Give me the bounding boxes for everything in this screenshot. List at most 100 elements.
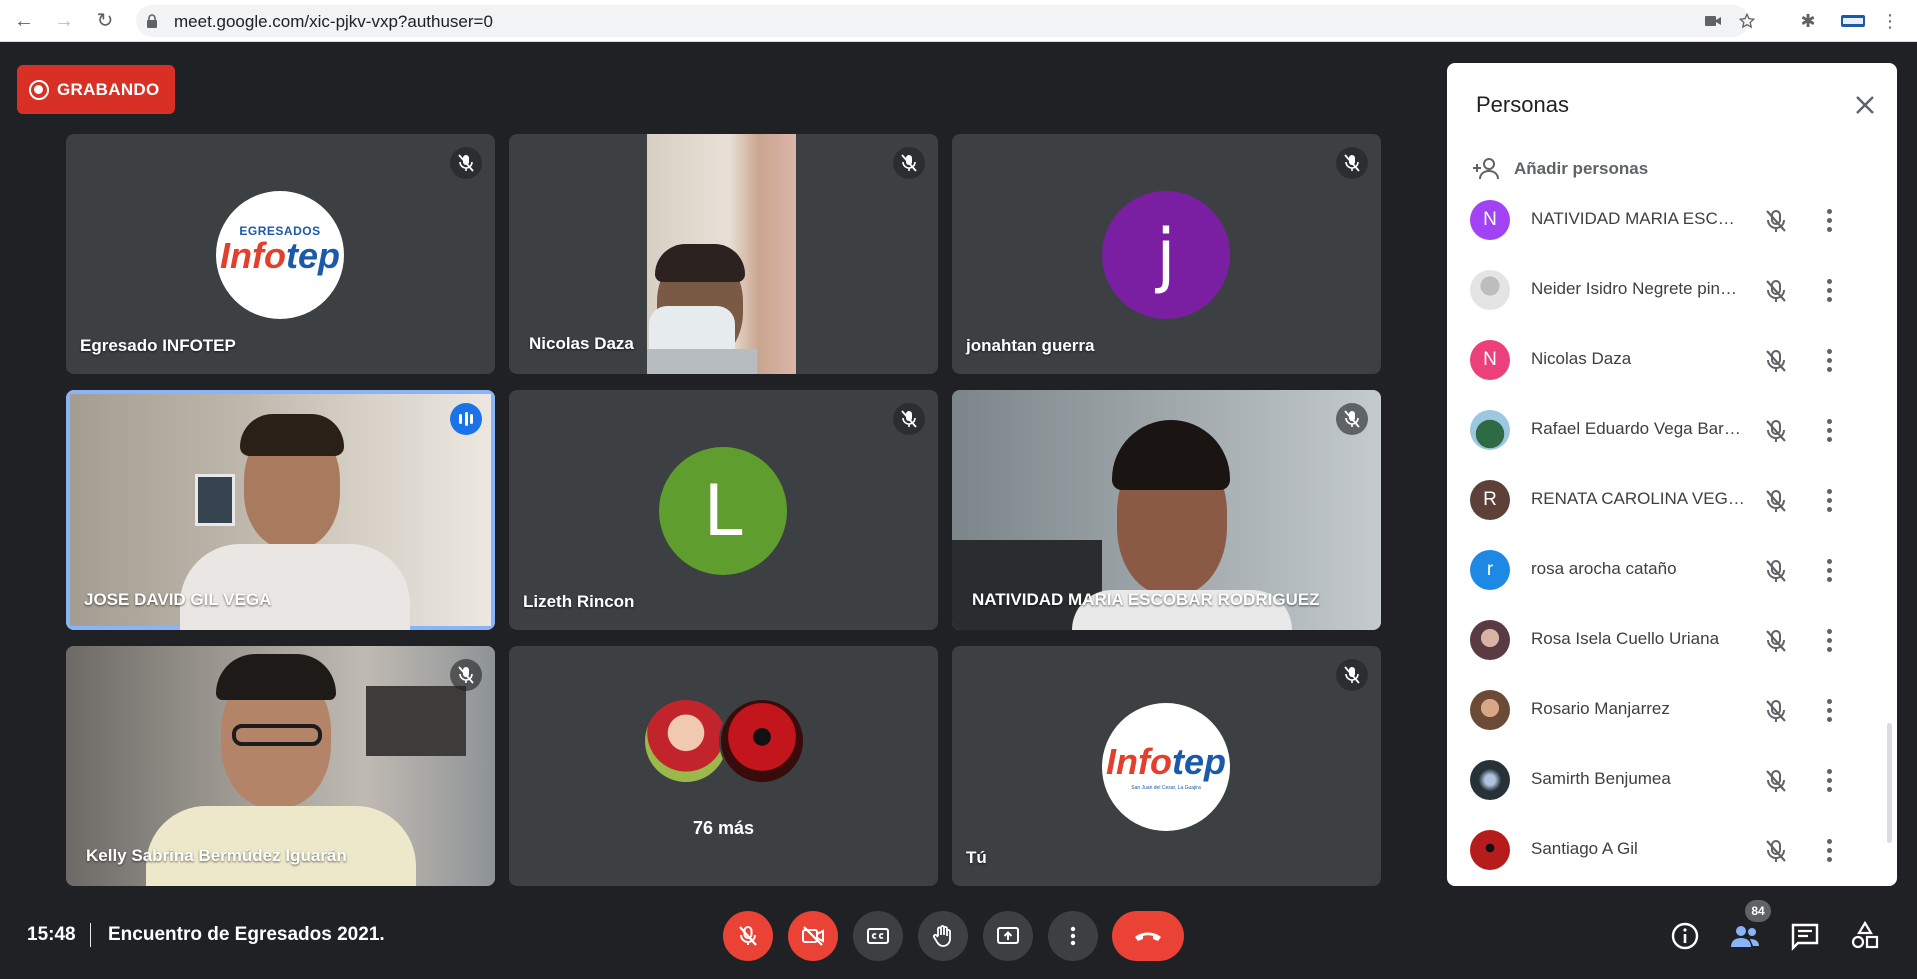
add-person-icon <box>1473 158 1499 180</box>
participant-row[interactable]: N NATIVIDAD MARIA ESCOBAR RODRIGUEZ <box>1447 184 1897 254</box>
extensions-icon[interactable]: ✱ <box>1797 10 1819 32</box>
meeting-title: Encuentro de Egresados 2021. <box>108 924 385 945</box>
more-options-icon[interactable] <box>1824 207 1834 233</box>
more-options-icon[interactable] <box>1824 277 1834 303</box>
participant-name: NATIVIDAD MARIA ESCOBAR RODRIGUEZ <box>1531 209 1746 228</box>
participant-row[interactable]: R RENATA CAROLINA VEGA GIL <box>1447 464 1897 534</box>
present-icon <box>997 927 1019 944</box>
muted-mic-icon <box>1766 280 1786 302</box>
address-bar[interactable]: meet.google.com/xic-pjkv-vxp?authuser=0 <box>136 5 1756 37</box>
participant-tile[interactable]: NATIVIDAD MARIA ESCOBAR RODRIGUEZ <box>952 390 1381 630</box>
participant-name: JOSE DAVID GIL VEGA <box>84 590 272 609</box>
panel-title: Personas <box>1476 92 1569 117</box>
self-tile[interactable]: Infotep San Juan del Cesar, La Guajira T… <box>952 646 1381 886</box>
recording-label: GRABANDO <box>57 79 160 99</box>
participant-count-badge: 84 <box>1745 900 1771 922</box>
back-icon[interactable]: ← <box>12 9 36 33</box>
muted-mic-icon <box>1766 490 1786 512</box>
more-options-icon[interactable] <box>1824 417 1834 443</box>
participant-tile[interactable]: Nicolas Daza <box>509 134 938 374</box>
more-participants-count: 76 más <box>692 818 755 838</box>
people-panel: Personas Añadir personas N NATIVIDAD MAR… <box>1447 63 1897 886</box>
participant-tile[interactable]: EGRESADOS Infotep Egresado INFOTEP <box>66 134 495 374</box>
forward-icon[interactable]: → <box>52 9 76 33</box>
browser-menu-icon[interactable]: ⋮ <box>1879 10 1901 32</box>
captions-button[interactable] <box>853 911 903 961</box>
camera-indicator-icon[interactable] <box>1704 13 1722 29</box>
participant-name: Lizeth Rincon <box>523 592 635 611</box>
participant-row[interactable]: Samirth Benjumea <box>1447 744 1897 814</box>
participant-row[interactable]: Rafael Eduardo Vega Barboza <box>1447 394 1897 464</box>
participant-avatar: j <box>1102 191 1230 319</box>
participant-name: Rosa Isela Cuello Uriana <box>1531 629 1720 648</box>
divider <box>90 923 91 947</box>
participant-avatar: N <box>1470 200 1510 240</box>
more-options-icon[interactable] <box>1824 347 1834 373</box>
chat-icon[interactable] <box>1789 920 1821 952</box>
more-options-icon[interactable] <box>1824 767 1834 793</box>
url-text[interactable]: meet.google.com/xic-pjkv-vxp?authuser=0 <box>174 12 493 32</box>
muted-mic-icon <box>1766 700 1786 722</box>
participant-row[interactable]: Santiago A Gil <box>1447 814 1897 884</box>
muted-icon <box>1336 147 1368 179</box>
muted-mic-icon <box>1766 350 1786 372</box>
more-options-icon[interactable] <box>1824 627 1834 653</box>
infotep-logo: EGRESADOS Infotep <box>216 191 344 319</box>
participant-row[interactable]: Neider Isidro Negrete pineda <box>1447 254 1897 324</box>
meeting-info-icon[interactable] <box>1669 920 1701 952</box>
more-participants-tile[interactable]: 76 más <box>509 646 938 886</box>
participant-row[interactable]: r rosa arocha cataño <box>1447 534 1897 604</box>
muted-mic-icon <box>1766 560 1786 582</box>
participant-row[interactable]: N Nicolas Daza <box>1447 324 1897 394</box>
people-icon[interactable] <box>1729 920 1761 952</box>
participant-name: Neider Isidro Negrete pineda <box>1531 279 1746 298</box>
activities-icon[interactable] <box>1849 920 1881 952</box>
browser-toolbar: ← → ↻ meet.google.com/xic-pjkv-vxp?authu… <box>0 0 1917 42</box>
participant-row[interactable]: Rosa Isela Cuello Uriana <box>1447 604 1897 674</box>
more-options-icon[interactable] <box>1824 697 1834 723</box>
toggle-camera-button[interactable] <box>788 911 838 961</box>
present-screen-button[interactable] <box>983 911 1033 961</box>
reload-icon[interactable]: ↻ <box>93 9 117 33</box>
participant-tile[interactable]: j jonahtan guerra <box>952 134 1381 374</box>
leave-call-button[interactable] <box>1112 911 1184 961</box>
more-options-icon[interactable] <box>1824 487 1834 513</box>
participant-tile[interactable]: L Lizeth Rincon <box>509 390 938 630</box>
toggle-microphone-button[interactable] <box>723 911 773 961</box>
participant-avatar <box>1470 830 1510 870</box>
participant-avatar: L <box>659 447 787 575</box>
infotep-logo: Infotep San Juan del Cesar, La Guajira <box>1102 703 1230 831</box>
profile-icon[interactable] <box>1840 10 1866 32</box>
participant-tile[interactable]: Kelly Sabrina Bermúdez Iguarán <box>66 646 495 886</box>
participant-name: Santiago A Gil <box>1531 839 1638 858</box>
close-icon[interactable] <box>1850 90 1880 120</box>
logo-main-text: Infotep <box>1106 741 1226 782</box>
participant-name: Rosario Manjarrez <box>1531 699 1670 718</box>
participant-avatar: N <box>1470 340 1510 380</box>
speaking-indicator-icon <box>450 403 482 435</box>
participant-avatar <box>1470 760 1510 800</box>
raise-hand-button[interactable] <box>918 911 968 961</box>
participant-name: Egresado INFOTEP <box>80 336 236 355</box>
bookmark-star-icon[interactable] <box>1738 13 1756 29</box>
participant-row[interactable]: Rosario Manjarrez <box>1447 674 1897 744</box>
participant-name: Nicolas Daza <box>529 334 634 353</box>
more-options-icon[interactable] <box>1824 837 1834 863</box>
participant-name: Nicolas Daza <box>1531 349 1632 368</box>
record-icon <box>29 79 49 100</box>
muted-mic-icon <box>1766 770 1786 792</box>
participant-tile-active-speaker[interactable]: JOSE DAVID GIL VEGA <box>66 390 495 630</box>
camera-off-icon <box>802 926 824 946</box>
muted-icon <box>1336 403 1368 435</box>
muted-mic-icon <box>1766 840 1786 862</box>
more-options-icon[interactable] <box>1824 557 1834 583</box>
participant-avatar <box>1470 270 1510 310</box>
more-options-button[interactable] <box>1048 911 1098 961</box>
muted-mic-icon <box>1766 420 1786 442</box>
panel-scrollbar[interactable] <box>1887 723 1892 843</box>
muted-icon <box>893 403 925 435</box>
add-people-button[interactable]: Añadir personas <box>1472 156 1648 182</box>
muted-mic-icon <box>1766 210 1786 232</box>
participant-name: Tú <box>966 848 987 867</box>
participant-avatar <box>1470 690 1510 730</box>
